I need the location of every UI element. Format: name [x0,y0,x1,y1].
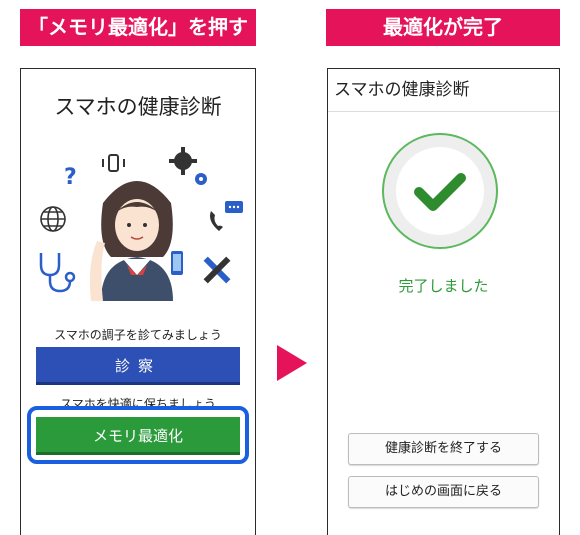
vibrate-icon [102,154,125,172]
svg-text:?: ? [64,165,77,190]
question-icon: ? [64,165,77,190]
back-to-start-button[interactable]: はじめの画面に戻る [348,476,539,508]
phone-screen-right: スマホの健康診断 完了しました 健康診断を終了する はじめの画面に戻る [327,68,560,535]
step-label-press: 「メモリ最適化」を押す [20,9,256,46]
end-diagnosis-button[interactable]: 健康診断を終了する [348,433,539,465]
tools-icon [203,256,231,284]
stethoscope-icon [39,253,76,293]
diagnose-button[interactable]: 診察 [36,347,240,385]
phone-chat-icon [210,201,243,231]
step-label-done: 最適化が完了 [326,9,560,46]
phone-screen-left: スマホの健康診断 ? スマホの調子を診てみましょう 診察 スマホを快適に保ちまし… [20,68,256,535]
memory-optimize-button[interactable]: メモリ最適化 [36,417,240,455]
status-text: 完了しました [398,277,489,295]
caption-check: スマホの調子を診てみましょう [54,328,222,342]
checkmark-icon [382,133,498,249]
globe-icon [40,206,66,232]
next-arrow-icon [277,345,307,381]
page-title: スマホの健康診断 [328,69,559,112]
page-title: スマホの健康診断 [54,95,222,119]
doctor-illustration: ? [39,147,243,301]
gear-icon [169,147,207,185]
doctor-figure [89,181,183,301]
